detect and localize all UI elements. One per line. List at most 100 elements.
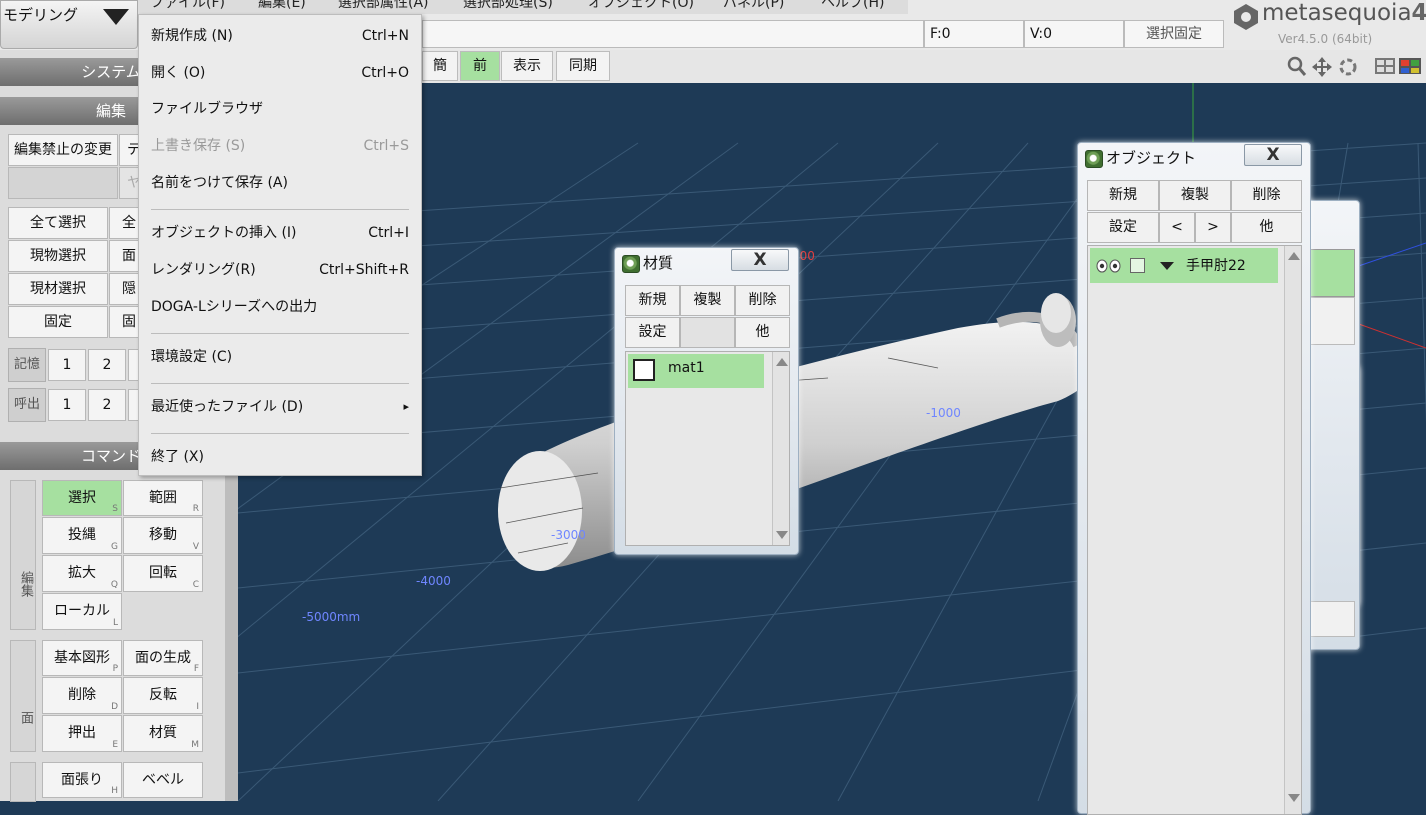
object-prev-button[interactable]: < <box>1159 212 1195 243</box>
rotate-tool-button[interactable]: 回転 C <box>123 555 203 592</box>
submenu-arrow-icon: ▸ <box>403 400 409 413</box>
display-button[interactable]: 表示 <box>501 51 553 81</box>
bevel-tool-button[interactable]: ベベル <box>123 762 203 798</box>
scroll-up-icon[interactable] <box>1288 252 1300 260</box>
select-tool-button[interactable]: 選択 S <box>42 480 122 516</box>
move-icon <box>1312 57 1332 77</box>
edit-lock-button[interactable]: 編集禁止の変更 <box>8 134 118 166</box>
front-view-button[interactable]: 前 <box>460 51 500 81</box>
mode-label: モデリング <box>3 6 79 24</box>
simple-view-button[interactable]: 簡 <box>422 51 458 81</box>
menu-panel[interactable]: パネル(P) <box>723 0 784 12</box>
fix-button[interactable]: 固定 <box>8 306 108 338</box>
object-next-button[interactable]: > <box>1195 212 1231 243</box>
menu-separator <box>151 333 409 334</box>
flip-tool-button[interactable]: 反転 I <box>123 677 203 714</box>
memory-label: 記憶 <box>8 348 46 382</box>
object-other-button[interactable]: 他 <box>1231 212 1302 243</box>
metasequoia-logo-icon <box>1234 4 1258 30</box>
material-duplicate-button[interactable]: 複製 <box>680 285 735 316</box>
vertex-count: V:0 <box>1024 20 1124 48</box>
selection-lock-button[interactable]: 選択固定 <box>1124 20 1224 48</box>
menu-selection-proc[interactable]: 選択部処理(S) <box>463 0 553 12</box>
create-face-tool-button[interactable]: 面の生成 F <box>123 640 203 676</box>
recall-slot-1[interactable]: 1 <box>48 389 86 421</box>
menu-object[interactable]: オブジェクト(O) <box>588 0 694 12</box>
menu-insert-object[interactable]: オブジェクトの挿入 (I) Ctrl+I <box>151 220 409 246</box>
memory-slot-2[interactable]: 2 <box>88 349 126 381</box>
menu-file-browser[interactable]: ファイルブラウザ <box>151 96 409 122</box>
menu-help[interactable]: ヘルプ(H) <box>821 0 884 12</box>
menu-separator <box>151 383 409 384</box>
edit-disabled-button <box>8 167 118 199</box>
app-logo: metasequoia4 Ver4.5.0 (64bit) <box>1230 0 1426 50</box>
close-icon[interactable]: X <box>731 249 789 271</box>
lasso-tool-button[interactable]: 投縄 G <box>42 517 122 554</box>
range-tool-button[interactable]: 範囲 R <box>123 480 203 516</box>
object-settings-button[interactable]: 設定 <box>1087 212 1159 243</box>
menu-selection-attr[interactable]: 選択部属性(A) <box>338 0 429 12</box>
menu-new[interactable]: 新規作成 (N) Ctrl+N <box>151 23 409 49</box>
recall-label: 呼出 <box>8 388 46 422</box>
scale-tool-button[interactable]: 拡大 Q <box>42 555 122 592</box>
menu-recent-files[interactable]: 最近使ったファイル (D) ▸ <box>151 394 409 420</box>
object-delete-button[interactable]: 削除 <box>1231 180 1302 211</box>
material-settings-button[interactable]: 設定 <box>625 317 680 348</box>
file-menu-dropdown: 新規作成 (N) Ctrl+N 開く (O) Ctrl+O ファイルブラウザ 上書き… <box>138 14 422 476</box>
material-list-scrollbar[interactable] <box>772 352 789 545</box>
menu-open[interactable]: 開く (O) Ctrl+O <box>151 60 409 86</box>
delete-tool-button[interactable]: 削除 D <box>42 677 122 714</box>
zoom-icon <box>1287 56 1307 76</box>
move-tool-button[interactable]: 移動 V <box>123 517 203 554</box>
left-panel-scrollbar[interactable] <box>225 445 238 801</box>
material-list[interactable]: mat1 <box>625 351 790 546</box>
material-panel-icon <box>622 255 640 273</box>
menu-bar: ファイル(F) 編集(E) 選択部属性(A) 選択部処理(S) オブジェクト(O… <box>138 0 908 14</box>
extrude-tool-button[interactable]: 押出 E <box>42 715 122 752</box>
scroll-down-icon[interactable] <box>776 531 788 539</box>
material-new-button[interactable]: 新規 <box>625 285 680 316</box>
object-list[interactable]: 手甲肘22 <box>1087 245 1302 815</box>
view-navigation-icons[interactable] <box>1286 55 1362 79</box>
visibility-eye-icon[interactable] <box>1095 259 1123 273</box>
rotate-icon <box>1339 58 1357 76</box>
local-tool-button[interactable]: ローカル L <box>42 593 122 630</box>
material-panel-title: 材質 <box>643 254 674 272</box>
expand-triangle-icon[interactable] <box>1160 262 1174 270</box>
menu-separator <box>151 209 409 210</box>
object-duplicate-button[interactable]: 複製 <box>1159 180 1231 211</box>
primitive-tool-button[interactable]: 基本図形 P <box>42 640 122 676</box>
face-fill-tool-button[interactable]: 面張り H <box>42 762 122 798</box>
menu-file[interactable]: ファイル(F) <box>150 0 225 12</box>
material-tool-button[interactable]: 材質 M <box>123 715 203 752</box>
list-item[interactable]: mat1 <box>628 354 764 388</box>
object-name: 手甲肘22 <box>1186 258 1246 274</box>
sync-button[interactable]: 同期 <box>556 51 610 81</box>
layout-icons[interactable] <box>1374 56 1424 78</box>
menu-exit[interactable]: 終了 (X) <box>151 444 409 470</box>
close-icon[interactable]: X <box>1244 144 1302 166</box>
edit-group-label: 編集 <box>10 480 36 630</box>
list-item[interactable]: 手甲肘22 <box>1090 248 1278 283</box>
select-all-button[interactable]: 全て選択 <box>8 207 108 239</box>
menu-rendering[interactable]: レンダリング(R) Ctrl+Shift+R <box>151 257 409 283</box>
object-list-scrollbar[interactable] <box>1284 246 1301 814</box>
menu-edit[interactable]: 編集(E) <box>258 0 306 12</box>
menu-save-as[interactable]: 名前をつけて保存 (A) <box>151 170 409 196</box>
memory-slot-1[interactable]: 1 <box>48 349 86 381</box>
menu-doga-export[interactable]: DOGA-Lシリーズへの出力 <box>151 294 409 320</box>
material-blank-button <box>680 317 735 348</box>
material-delete-button[interactable]: 削除 <box>735 285 790 316</box>
material-color-swatch[interactable] <box>633 359 655 381</box>
material-other-button[interactable]: 他 <box>735 317 790 348</box>
menu-preferences[interactable]: 環境設定 (C) <box>151 344 409 370</box>
scroll-up-icon[interactable] <box>776 358 788 366</box>
select-material-button[interactable]: 現材選択 <box>8 273 108 305</box>
lock-checkbox[interactable] <box>1130 258 1145 273</box>
mode-dropdown[interactable]: モデリング <box>0 0 138 49</box>
recall-slot-2[interactable]: 2 <box>88 389 126 421</box>
select-object-button[interactable]: 現物選択 <box>8 240 108 272</box>
object-new-button[interactable]: 新規 <box>1087 180 1159 211</box>
group-label <box>10 762 36 802</box>
object-panel-title: オブジェクト <box>1106 149 1197 167</box>
